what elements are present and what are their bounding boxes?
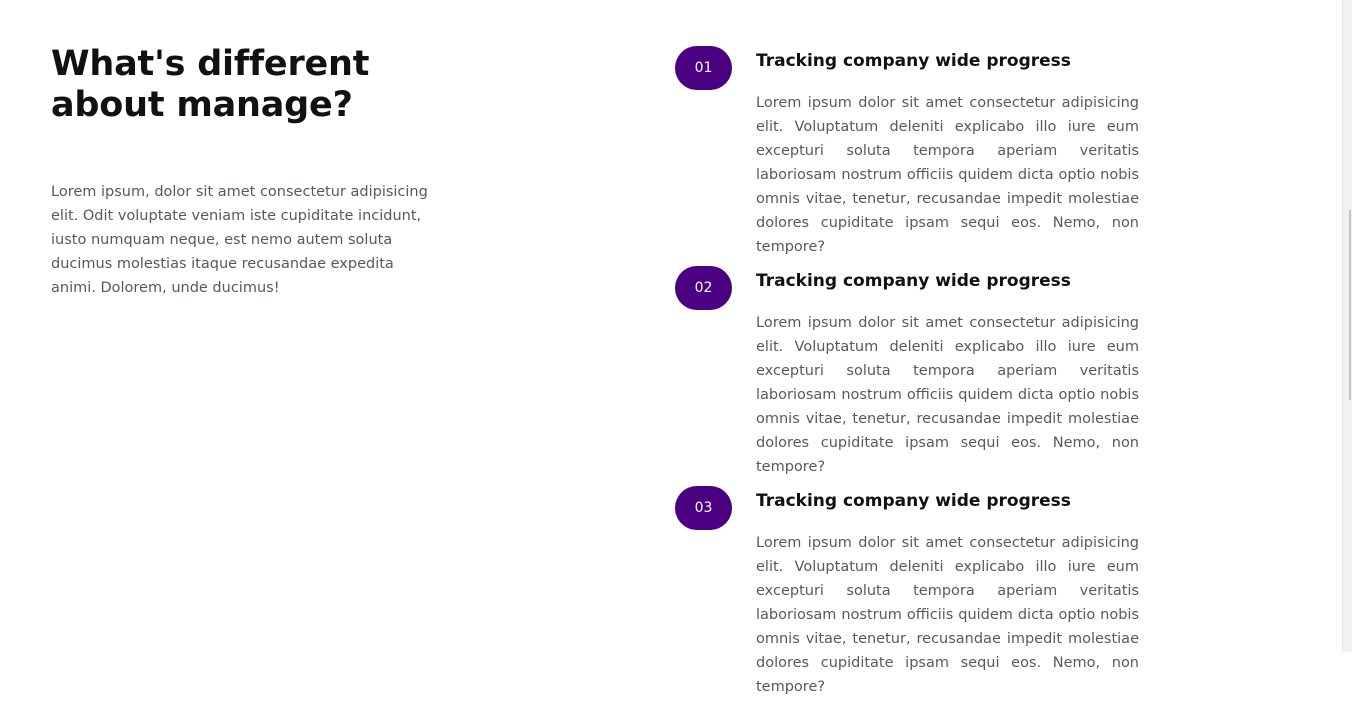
feature-description: Lorem ipsum dolor sit amet consectetur a… bbox=[756, 315, 1139, 475]
feature-item: 02 Tracking company wide progress Lorem … bbox=[675, 266, 1145, 486]
step-number-badge: 03 bbox=[675, 486, 732, 530]
intro-section: What's different about manage? Lorem ips… bbox=[51, 44, 471, 300]
feature-description: Lorem ipsum dolor sit amet consectetur a… bbox=[756, 95, 1139, 255]
section-heading: What's different about manage? bbox=[51, 44, 370, 125]
step-number-badge: 01 bbox=[675, 46, 732, 90]
feature-title: Tracking company wide progress bbox=[756, 271, 1071, 291]
scrollbar-thumb[interactable] bbox=[1349, 210, 1351, 400]
feature-description: Lorem ipsum dolor sit amet consectetur a… bbox=[756, 535, 1139, 695]
step-number-badge: 02 bbox=[675, 266, 732, 310]
feature-title: Tracking company wide progress bbox=[756, 491, 1071, 511]
intro-paragraph: Lorem ipsum, dolor sit amet consectetur … bbox=[51, 184, 428, 296]
feature-title: Tracking company wide progress bbox=[756, 51, 1071, 71]
page-scrollbar[interactable] bbox=[1342, 0, 1352, 652]
feature-item: 03 Tracking company wide progress Lorem … bbox=[675, 486, 1145, 706]
feature-list: 01 Tracking company wide progress Lorem … bbox=[675, 46, 1145, 706]
feature-item: 01 Tracking company wide progress Lorem … bbox=[675, 46, 1145, 266]
